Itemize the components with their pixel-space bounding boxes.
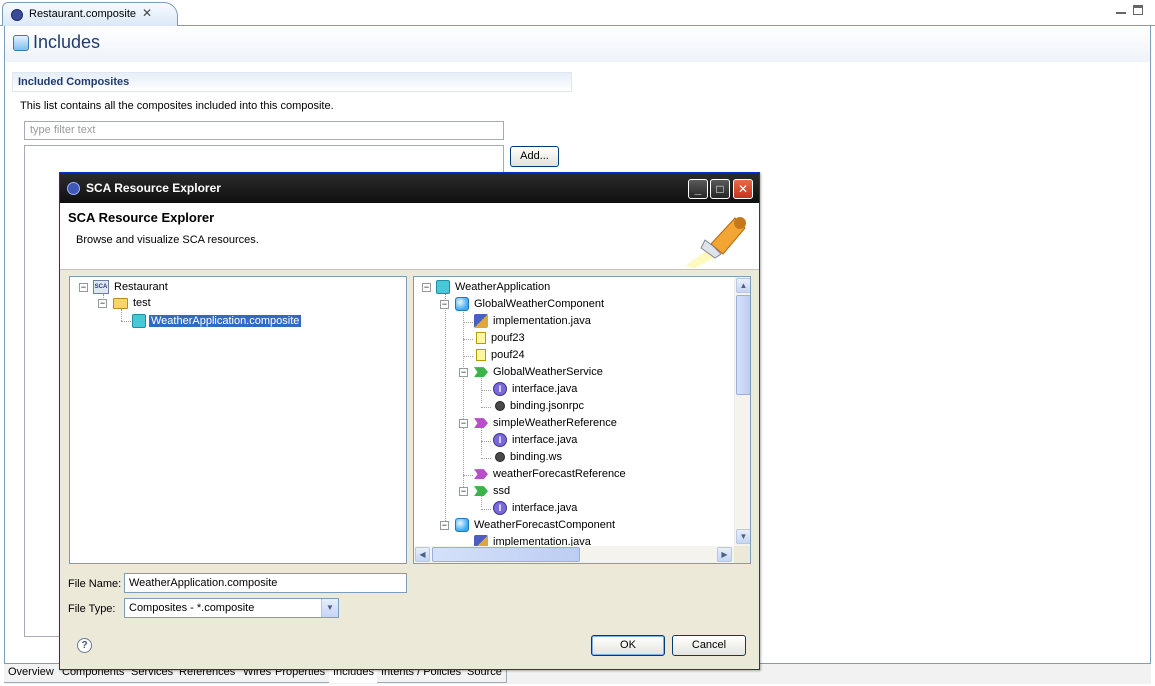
section-header: Included Composites — [12, 72, 572, 92]
banner-title: SCA Resource Explorer — [68, 210, 215, 225]
collapse-toggle-icon[interactable]: − — [79, 283, 88, 292]
eclipse-icon — [11, 9, 23, 21]
page-header: Includes — [5, 26, 1150, 62]
tree-item-weatherforecastcomponent[interactable]: WeatherForecastComponent — [455, 517, 617, 533]
tree-item-weatherapplication[interactable]: WeatherApplication — [436, 279, 552, 295]
tree-item-implementation-java[interactable]: implementation.java — [474, 313, 593, 329]
tree-item-weatherforecastreference[interactable]: weatherForecastReference — [474, 466, 628, 482]
interface-icon: I — [493, 501, 507, 516]
collapse-toggle-icon[interactable]: − — [459, 487, 468, 496]
tree-item-test[interactable]: test — [113, 295, 153, 311]
file-type-value: Composites - *.composite — [129, 602, 255, 614]
file-name-label: File Name: — [68, 578, 122, 590]
service-icon — [474, 367, 488, 378]
interface-icon: I — [493, 382, 507, 397]
add-button[interactable]: Add... — [510, 146, 559, 167]
dialog-maximize-button[interactable]: □ — [710, 179, 730, 199]
filter-input[interactable]: type filter text — [24, 121, 504, 140]
section-description: This list contains all the composites in… — [20, 100, 334, 112]
reference-icon — [474, 469, 488, 480]
implementation-icon — [474, 535, 488, 546]
tree-item-binding-jsonrpc[interactable]: binding.jsonrpc — [495, 398, 586, 414]
editor-tab-bar: Restaurant.composite ✕ — [0, 0, 1155, 26]
implementation-icon — [474, 314, 488, 329]
property-icon — [476, 349, 486, 362]
cancel-button[interactable]: Cancel — [672, 635, 746, 656]
file-type-label: File Type: — [68, 603, 116, 615]
help-icon[interactable]: ? — [77, 638, 92, 653]
ok-button[interactable]: OK — [591, 635, 665, 656]
binding-icon — [495, 452, 505, 463]
maximize-icon[interactable] — [1133, 5, 1143, 15]
collapse-toggle-icon[interactable]: − — [459, 368, 468, 377]
dialog-title: SCA Resource Explorer — [86, 181, 221, 195]
tree-item-pouf24[interactable]: pouf24 — [476, 347, 527, 363]
dialog-minimize-button[interactable]: _ — [688, 179, 708, 199]
vertical-scroll-thumb[interactable] — [736, 295, 750, 395]
composite-file-icon — [132, 314, 146, 329]
collapse-toggle-icon[interactable]: − — [459, 419, 468, 428]
sca-project-icon: SCA — [93, 280, 109, 295]
scroll-up-icon[interactable]: ▲ — [736, 278, 750, 293]
vertical-scrollbar[interactable]: ▲ ▼ — [734, 277, 750, 546]
tree-item-globalweathercomponent[interactable]: GlobalWeatherComponent — [455, 296, 606, 312]
close-tab-icon[interactable]: ✕ — [142, 6, 152, 20]
collapse-toggle-icon[interactable]: − — [440, 521, 449, 530]
chevron-down-icon[interactable]: ▼ — [321, 599, 338, 617]
binding-icon — [495, 401, 505, 412]
editor-tab-label: Restaurant.composite — [29, 8, 136, 20]
collapse-toggle-icon[interactable]: − — [440, 300, 449, 309]
includes-icon — [13, 35, 29, 51]
editor-tab-restaurant[interactable]: Restaurant.composite ✕ — [2, 2, 178, 26]
tree-item-interface-java[interactable]: Iinterface.java — [493, 432, 579, 448]
horizontal-scroll-thumb[interactable] — [432, 547, 580, 562]
minimize-icon[interactable] — [1116, 6, 1126, 14]
file-name-field[interactable]: WeatherApplication.composite — [124, 573, 407, 593]
collapse-toggle-icon[interactable]: − — [98, 299, 107, 308]
collapse-toggle-icon[interactable]: − — [422, 283, 431, 292]
service-icon — [474, 486, 488, 497]
dialog-banner: SCA Resource Explorer Browse and visuali… — [60, 203, 759, 270]
section-title: Included Composites — [18, 76, 130, 88]
component-icon — [455, 297, 469, 312]
file-type-select[interactable]: Composites - *.composite ▼ — [124, 598, 339, 618]
tree-item-ssd[interactable]: ssd — [474, 483, 512, 499]
dialog-title-bar[interactable]: SCA Resource Explorer _ □ ✕ — [60, 173, 759, 203]
tree-item-implementation-java[interactable]: implementation.java — [474, 534, 593, 546]
sca-resource-explorer-dialog: SCA Resource Explorer _ □ ✕ SCA Resource… — [59, 172, 760, 670]
filter-placeholder: type filter text — [30, 124, 96, 136]
tree-item-globalweatherservice[interactable]: GlobalWeatherService — [474, 364, 605, 380]
eclipse-icon — [67, 182, 80, 195]
tree-item-binding-ws[interactable]: binding.ws — [495, 449, 564, 465]
tree-item-interface-java[interactable]: Iinterface.java — [493, 381, 579, 397]
tree-item-interface-java[interactable]: Iinterface.java — [493, 500, 579, 516]
scroll-right-icon[interactable]: ▶ — [717, 547, 732, 562]
scroll-down-icon[interactable]: ▼ — [736, 529, 750, 544]
tree-item-simpleweatherreference[interactable]: simpleWeatherReference — [474, 415, 619, 431]
interface-icon: I — [493, 433, 507, 448]
tab-overview[interactable]: Overview — [4, 664, 59, 683]
composite-tree[interactable]: − WeatherApplication − GlobalWeatherComp… — [413, 276, 751, 564]
banner-description: Browse and visualize SCA resources. — [76, 234, 259, 246]
dialog-close-button[interactable]: ✕ — [733, 179, 753, 199]
composite-icon — [436, 280, 450, 295]
folder-icon — [113, 297, 128, 309]
resource-tree[interactable]: − SCA Restaurant − test WeatherApplicatio… — [69, 276, 407, 564]
horizontal-scrollbar[interactable]: ◀ ▶ — [414, 546, 734, 563]
flashlight-icon — [685, 217, 746, 268]
tree-item-pouf23[interactable]: pouf23 — [476, 330, 527, 346]
component-icon — [455, 518, 469, 533]
reference-icon — [474, 418, 488, 429]
tree-item-restaurant[interactable]: SCA Restaurant — [93, 279, 170, 295]
property-icon — [476, 332, 486, 345]
tree-item-weatherapplication-composite[interactable]: WeatherApplication.composite — [132, 313, 302, 329]
page-title: Includes — [33, 32, 101, 52]
scroll-left-icon[interactable]: ◀ — [415, 547, 430, 562]
